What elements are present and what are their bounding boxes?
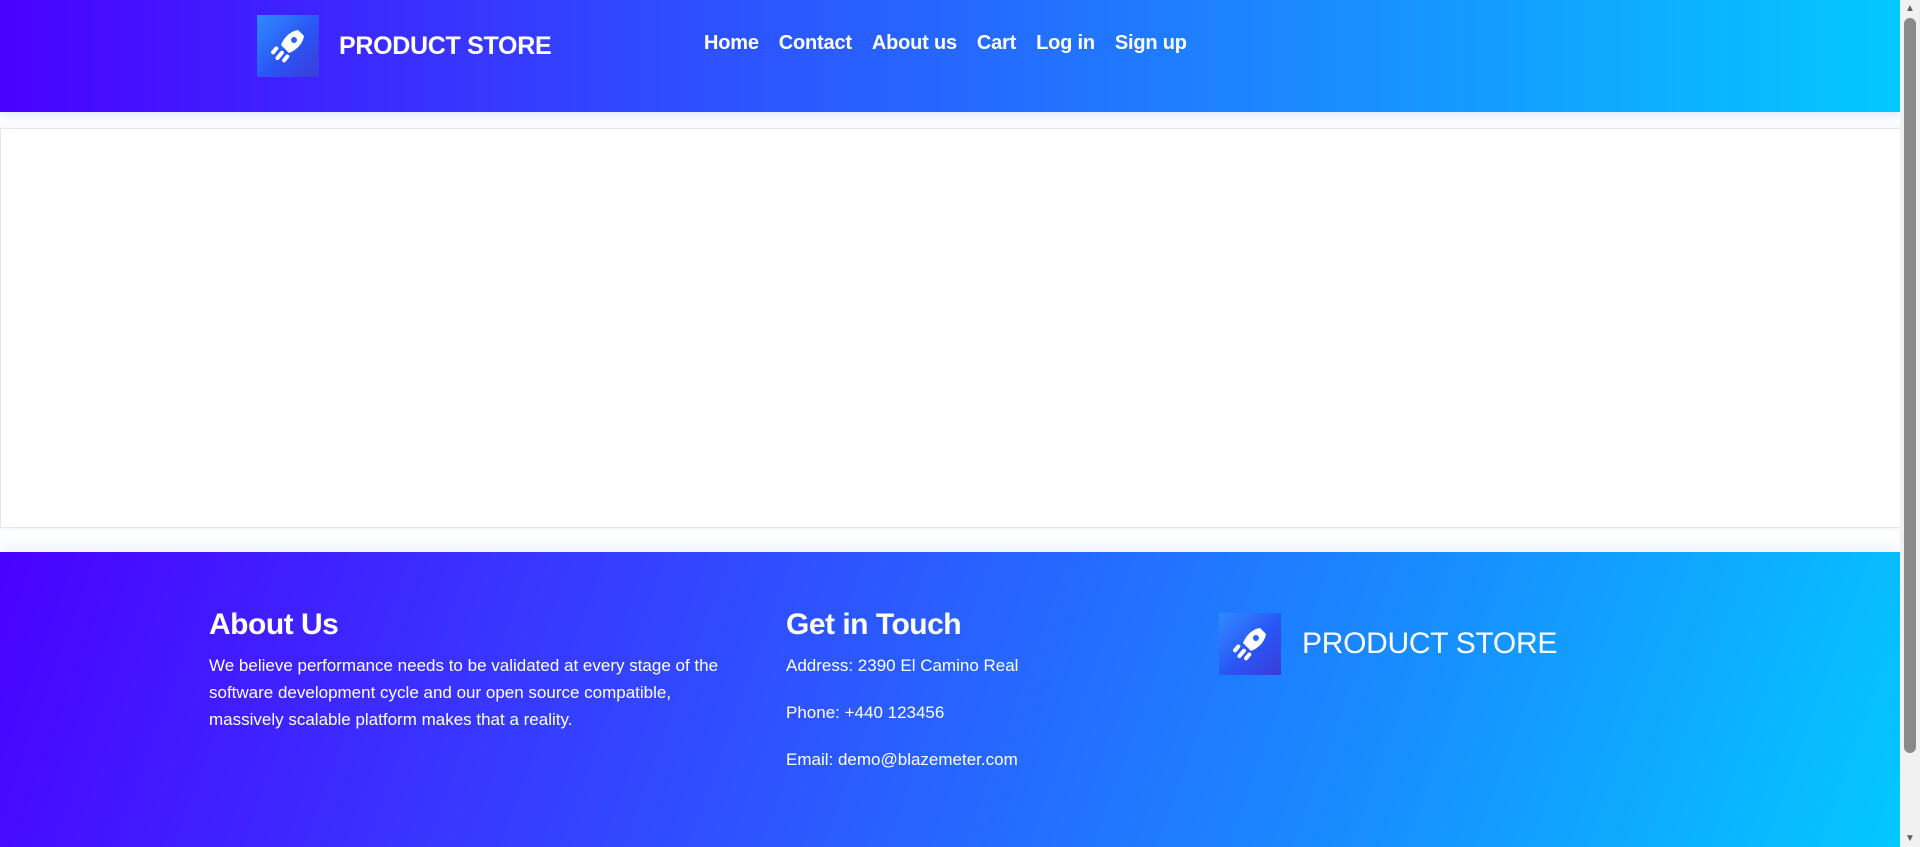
page: PRODUCT STORE Home Contact About us Cart… (0, 0, 1900, 847)
footer-brand: PRODUCT STORE (1219, 613, 1557, 675)
rocket-icon (1219, 613, 1281, 675)
footer: About Us We believe performance needs to… (0, 552, 1900, 847)
nav-home[interactable]: Home (704, 32, 759, 55)
vertical-scrollbar[interactable]: ▲ ▼ (1900, 0, 1920, 847)
footer-about-section: About Us We believe performance needs to… (209, 608, 749, 733)
footer-about-text: We believe performance needs to be valid… (209, 656, 719, 729)
rocket-icon (257, 15, 319, 77)
brand-link[interactable]: PRODUCT STORE (257, 15, 552, 77)
brand-name: PRODUCT STORE (339, 31, 552, 60)
scroll-down-arrow-icon[interactable]: ▼ (1900, 830, 1920, 847)
nav-about-us[interactable]: About us (872, 32, 957, 55)
footer-brand-name: PRODUCT STORE (1302, 627, 1558, 660)
nav-sign-up[interactable]: Sign up (1115, 32, 1187, 55)
footer-email: Email: demo@blazemeter.com (786, 750, 1018, 769)
footer-address: Address: 2390 El Camino Real (786, 656, 1019, 675)
scrollbar-thumb[interactable] (1904, 18, 1916, 753)
nav-cart[interactable]: Cart (977, 32, 1016, 55)
scroll-up-arrow-icon[interactable]: ▲ (1900, 0, 1920, 17)
nav-contact[interactable]: Contact (779, 32, 852, 55)
main-nav: Home Contact About us Cart Log in Sign u… (704, 32, 1207, 55)
navbar: PRODUCT STORE Home Contact About us Cart… (0, 0, 1900, 112)
footer-phone: Phone: +440 123456 (786, 703, 945, 722)
footer-about-title: About Us (209, 608, 339, 641)
footer-contact-section: Get in Touch Address: 2390 El Camino Rea… (786, 608, 1146, 793)
footer-contact-title: Get in Touch (786, 608, 962, 641)
nav-log-in[interactable]: Log in (1036, 32, 1095, 55)
content-carousel-area (0, 128, 1900, 528)
